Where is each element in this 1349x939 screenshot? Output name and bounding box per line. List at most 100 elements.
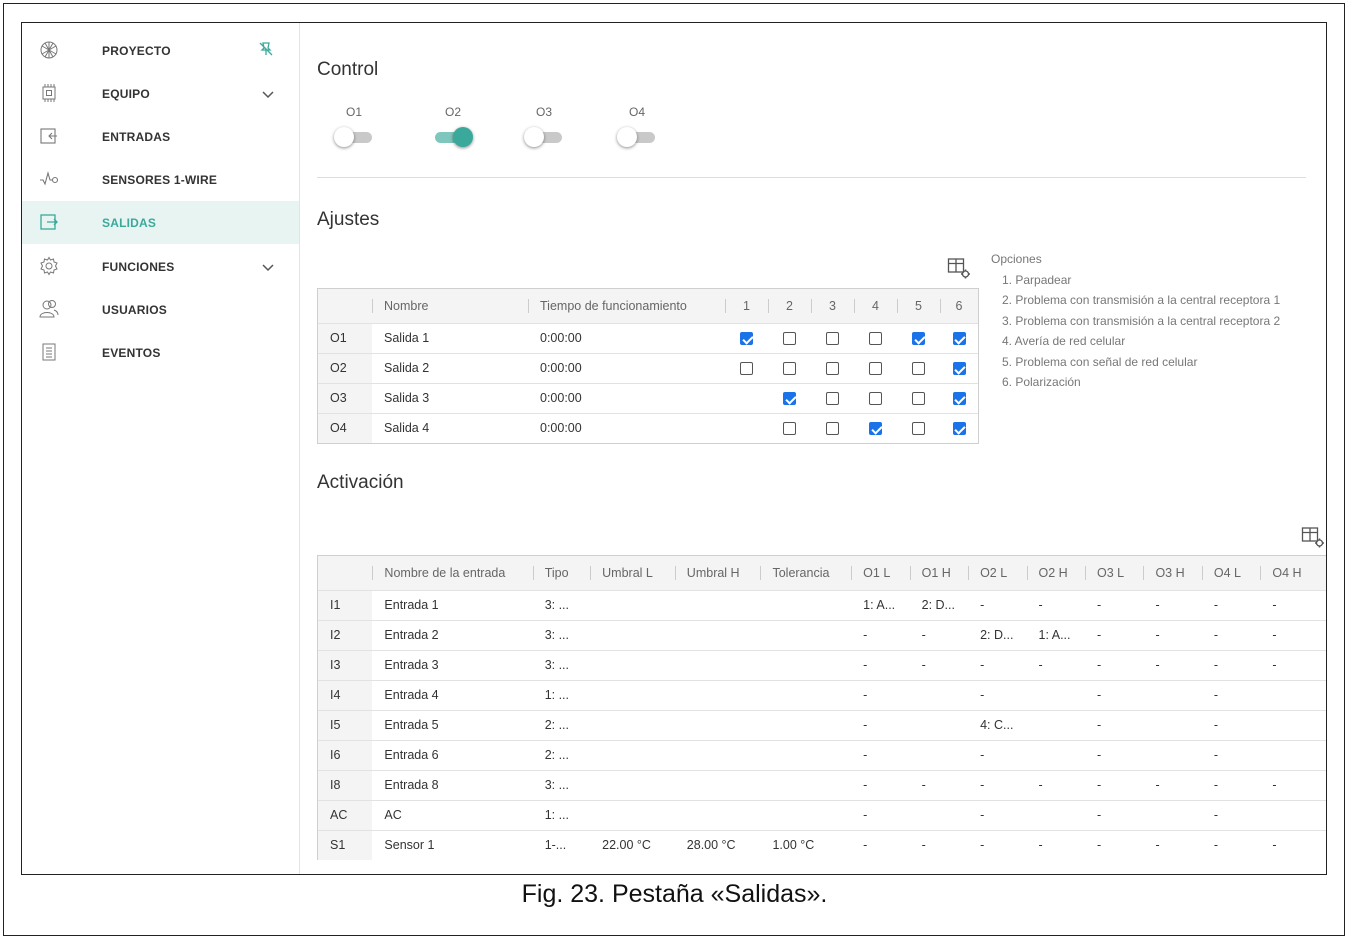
table-cell[interactable] (674, 799, 761, 830)
table-cell[interactable]: - (1260, 829, 1326, 860)
table-cell[interactable]: Sensor 1 (372, 829, 533, 860)
table-cell[interactable]: 3: ... (532, 619, 591, 650)
option-3-checkbox[interactable] (826, 362, 839, 376)
table-cell[interactable]: 4: C... (968, 709, 1027, 740)
table-cell[interactable]: 1.00 °C (760, 829, 852, 860)
table-cell[interactable]: - (1084, 649, 1144, 680)
output-name[interactable]: Salida 3 (372, 382, 528, 413)
column-header[interactable]: O4 H (1260, 556, 1326, 590)
table-cell[interactable]: - (1026, 769, 1085, 800)
table-cell[interactable] (909, 709, 969, 740)
table-cell[interactable]: - (1084, 679, 1144, 710)
table-cell[interactable] (760, 679, 852, 710)
table-cell[interactable] (1026, 709, 1085, 740)
table-cell[interactable]: - (1201, 589, 1261, 620)
table-cell[interactable]: - (1143, 649, 1202, 680)
column-header-opt6[interactable]: 6 (940, 289, 978, 323)
table-row[interactable]: AC AC 1: ... - - - - (318, 799, 1326, 830)
table-cell[interactable] (590, 619, 675, 650)
pin-icon[interactable] (258, 41, 274, 57)
table-cell[interactable] (674, 649, 761, 680)
column-header[interactable]: Umbral L (590, 556, 675, 590)
table-cell[interactable]: 2: D... (968, 619, 1027, 650)
table-cell[interactable] (590, 589, 675, 620)
column-header[interactable]: O2 H (1026, 556, 1085, 590)
option-4-checkbox[interactable] (869, 332, 882, 346)
table-cell[interactable]: - (851, 709, 910, 740)
chevron-down-icon[interactable] (260, 86, 276, 102)
table-cell[interactable]: - (1201, 769, 1261, 800)
table-cell[interactable]: 1-... (532, 829, 591, 860)
option-2-checkbox[interactable] (783, 362, 796, 376)
table-cell[interactable] (674, 679, 761, 710)
table-cell[interactable]: 22.00 °C (590, 829, 675, 860)
column-header-opt2[interactable]: 2 (768, 289, 811, 323)
table-cell[interactable]: - (1201, 649, 1261, 680)
column-header[interactable]: O1 L (851, 556, 910, 590)
table-cell[interactable] (674, 769, 761, 800)
toggle-switch-o2[interactable] (433, 127, 473, 147)
table-cell[interactable]: - (1026, 649, 1085, 680)
table-cell[interactable]: - (851, 619, 910, 650)
column-header[interactable]: Umbral H (674, 556, 761, 590)
column-header[interactable]: O4 L (1201, 556, 1261, 590)
table-cell[interactable]: - (1201, 739, 1261, 770)
option-5-checkbox[interactable] (912, 332, 925, 346)
option-1-checkbox[interactable] (740, 332, 753, 346)
output-name[interactable]: Salida 4 (372, 412, 528, 443)
table-row[interactable]: I1 Entrada 1 3: ... 1: A... 2: D... - - - - - - (318, 589, 1326, 620)
table-cell[interactable]: 3: ... (532, 769, 591, 800)
table-cell[interactable]: - (1201, 799, 1261, 830)
table-cell[interactable] (674, 709, 761, 740)
table-cell[interactable]: - (1201, 679, 1261, 710)
output-name[interactable]: Salida 2 (372, 352, 528, 383)
option-4-checkbox[interactable] (869, 362, 882, 376)
table-cell[interactable] (1260, 709, 1326, 740)
table-cell[interactable] (1260, 799, 1326, 830)
table-cell[interactable]: 3: ... (532, 589, 591, 620)
table-row[interactable]: I4 Entrada 4 1: ... - - - - (318, 679, 1326, 710)
table-cell[interactable]: - (1084, 769, 1144, 800)
sidebar-item-eventos[interactable]: EVENTOS (22, 331, 299, 374)
table-row[interactable]: O1 Salida 1 0:00:00 (318, 322, 978, 353)
table-row[interactable]: O4 Salida 4 0:00:00 (318, 412, 978, 443)
sidebar-item-usuarios[interactable]: USUARIOS (22, 288, 299, 331)
table-cell[interactable]: - (909, 769, 969, 800)
option-4-checkbox[interactable] (869, 392, 882, 406)
column-header[interactable]: O3 H (1143, 556, 1202, 590)
table-cell[interactable]: - (1143, 769, 1202, 800)
column-header[interactable]: O1 H (909, 556, 969, 590)
sidebar-item-sensores[interactable]: SENSORES 1-WIRE (22, 158, 299, 201)
table-cell[interactable]: - (968, 589, 1027, 620)
option-1-checkbox[interactable] (740, 362, 753, 376)
table-cell[interactable] (1260, 679, 1326, 710)
table-cell[interactable]: - (1084, 709, 1144, 740)
table-cell[interactable]: AC (372, 799, 533, 830)
table-cell[interactable] (909, 739, 969, 770)
table-cell[interactable]: 3: ... (532, 649, 591, 680)
table-cell[interactable]: Entrada 4 (372, 679, 533, 710)
table-cell[interactable]: - (1260, 769, 1326, 800)
option-6-checkbox[interactable] (952, 422, 966, 436)
operating-time[interactable]: 0:00:00 (528, 382, 725, 413)
table-cell[interactable]: - (968, 679, 1027, 710)
table-settings-icon[interactable] (947, 257, 971, 279)
sidebar-item-salidas[interactable]: SALIDAS (22, 201, 299, 244)
table-row[interactable]: I6 Entrada 6 2: ... - - - - (318, 739, 1326, 770)
table-cell[interactable]: 2: D... (909, 589, 969, 620)
column-header[interactable]: O2 L (968, 556, 1027, 590)
column-header-opt4[interactable]: 4 (854, 289, 897, 323)
table-cell[interactable] (590, 649, 675, 680)
table-cell[interactable]: - (1201, 619, 1261, 650)
table-row[interactable]: I8 Entrada 8 3: ... - - - - - - - - (318, 769, 1326, 800)
table-cell[interactable]: - (851, 769, 910, 800)
table-cell[interactable]: 1: A... (1026, 619, 1085, 650)
table-cell[interactable] (590, 769, 675, 800)
table-cell[interactable] (590, 709, 675, 740)
column-header[interactable]: O3 L (1084, 556, 1144, 590)
table-cell[interactable]: - (1260, 619, 1326, 650)
table-cell[interactable]: Entrada 8 (372, 769, 533, 800)
table-cell[interactable] (760, 709, 852, 740)
table-cell[interactable] (909, 679, 969, 710)
column-header-tiempo[interactable]: Tiempo de funcionamiento (528, 289, 725, 323)
